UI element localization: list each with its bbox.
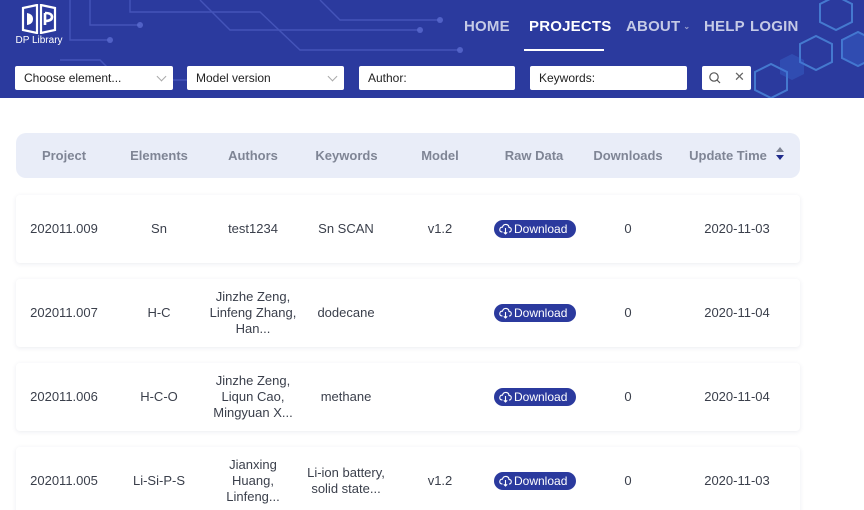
model-version-cell: v1.2 (427, 221, 453, 236)
nav-help[interactable]: HELP (704, 18, 745, 36)
close-icon[interactable]: ✕ (734, 69, 745, 85)
elements-cell: H-C (147, 305, 171, 320)
authors-cell: test1234 (228, 221, 278, 236)
header-bar: DP Library HOME PROJECTS ABOUT ⌄ HELP LOG… (0, 0, 864, 98)
element-select-placeholder: Choose element... (24, 71, 122, 85)
column-header-downloads[interactable]: Downloads (589, 148, 667, 163)
download-button-label: Download (514, 306, 568, 320)
downloads-count-cell: 0 (624, 305, 632, 320)
authors-cell: Jianxing Huang, Linfeng... (226, 457, 280, 504)
nav-about-label: ABOUT (626, 18, 681, 35)
download-button-label: Download (514, 390, 568, 404)
download-button-label: Download (514, 222, 568, 236)
downloads-count-cell: 0 (624, 389, 632, 404)
nav-active-indicator (524, 49, 604, 51)
model-version-cell: v1.2 (427, 473, 453, 488)
download-button[interactable]: Download (494, 220, 576, 238)
authors-cell: Jinzhe Zeng, Liqun Cao, Mingyuan X... (213, 373, 293, 420)
sort-ascending-icon (776, 147, 784, 152)
downloads-count-cell: 0 (624, 221, 632, 236)
cloud-download-icon (499, 475, 512, 487)
column-header-authors[interactable]: Authors (218, 148, 288, 163)
nav-about[interactable]: ABOUT ⌄ (626, 18, 690, 36)
cloud-download-icon (499, 391, 512, 403)
nav-projects[interactable]: PROJECTS (529, 18, 611, 36)
column-header-raw-data[interactable]: Raw Data (498, 148, 570, 163)
book-icon (21, 4, 57, 34)
cloud-download-icon (499, 223, 512, 235)
dp-library-logo[interactable]: DP Library (14, 4, 64, 46)
chevron-down-icon (327, 71, 338, 82)
column-header-project[interactable]: Project (30, 148, 98, 163)
model-version-select[interactable]: Model version (187, 66, 344, 90)
download-button-label: Download (514, 474, 568, 488)
nav-login[interactable]: LOGIN (750, 18, 799, 36)
project-id-cell: 202011.006 (30, 389, 98, 404)
logo-text: DP Library (15, 35, 63, 46)
download-button[interactable]: Download (494, 472, 576, 490)
column-header-elements[interactable]: Elements (124, 148, 194, 163)
keywords-cell: methane (320, 389, 372, 404)
download-button[interactable]: Download (494, 304, 576, 322)
author-input-label: Author: (368, 71, 407, 85)
download-button[interactable]: Download (494, 388, 576, 406)
project-id-cell: 202011.009 (30, 221, 98, 236)
elements-cell: H-C-O (140, 389, 178, 404)
sort-descending-icon (776, 155, 784, 160)
update-time-cell: 2020-11-03 (704, 221, 770, 236)
chevron-down-icon (156, 71, 167, 82)
keywords-input[interactable]: Keywords: (530, 66, 687, 90)
elements-cell: Li-Si-P-S (132, 473, 185, 488)
search-icon[interactable] (708, 71, 722, 85)
column-header-keywords[interactable]: Keywords (308, 148, 385, 163)
author-input[interactable]: Author: (359, 66, 515, 90)
project-id-cell: 202011.005 (30, 473, 98, 488)
update-time-cell: 2020-11-04 (704, 305, 770, 320)
elements-cell: Sn (151, 221, 167, 236)
keywords-cell: Li-ion battery, solid state... (307, 465, 385, 496)
keywords-input-label: Keywords: (539, 71, 596, 85)
element-select[interactable]: Choose element... (15, 66, 173, 90)
cloud-download-icon (499, 307, 512, 319)
keywords-cell: dodecane (317, 305, 375, 320)
model-version-placeholder: Model version (196, 71, 271, 85)
keywords-cell: Sn SCAN (318, 221, 374, 236)
downloads-count-cell: 0 (624, 473, 632, 488)
authors-cell: Jinzhe Zeng, Linfeng Zhang, Han... (209, 289, 297, 336)
sort-icon[interactable] (775, 147, 785, 163)
update-time-cell: 2020-11-03 (704, 473, 770, 488)
search-actions: ✕ (702, 66, 751, 90)
chevron-down-icon: ⌄ (683, 22, 691, 31)
column-header-update-time[interactable]: Update Time (685, 148, 771, 163)
nav-home[interactable]: HOME (464, 18, 510, 36)
update-time-cell: 2020-11-04 (704, 389, 770, 404)
project-id-cell: 202011.007 (30, 305, 98, 320)
column-header-model[interactable]: Model (410, 148, 470, 163)
